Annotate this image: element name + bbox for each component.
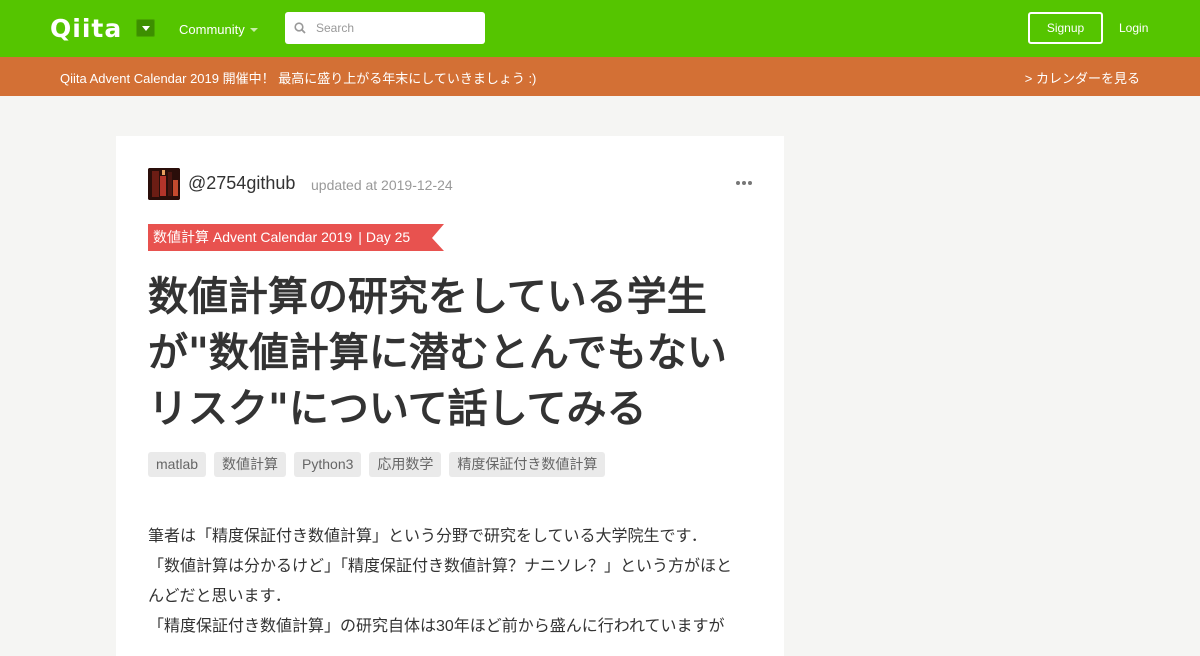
advent-banner: Qiita Advent Calendar 2019 開催中！ 最高に盛り上がる… — [0, 57, 1200, 96]
signup-button[interactable]: Signup — [1028, 12, 1103, 44]
tag-list: matlab 数値計算 Python3 応用数学 精度保証付き数値計算 — [148, 452, 606, 477]
banner-text: Qiita Advent Calendar 2019 開催中！ 最高に盛り上がる… — [60, 71, 537, 86]
search-box[interactable] — [285, 12, 485, 44]
search-input[interactable] — [316, 12, 476, 44]
login-link[interactable]: Login — [1119, 21, 1148, 35]
tag-item[interactable]: 数値計算 — [214, 452, 287, 477]
body-line: 「精度保証付き数値計算」の研究自体は30年ほど前から盛んに行われていますが — [148, 618, 725, 635]
chevron-down-icon[interactable] — [250, 28, 258, 32]
body-line: 筆者は「精度保証付き数値計算」という分野で研究をしている大学院生です． — [148, 528, 707, 545]
advent-day: Day 25 — [365, 229, 411, 245]
search-icon — [294, 22, 306, 34]
calendar-link[interactable]: > カレンダーを見る — [1025, 68, 1140, 87]
body-line: んどだと思います． — [148, 588, 291, 605]
tag-item[interactable]: 精度保証付き数値計算 — [449, 452, 606, 477]
updated-date: updated at 2019-12-24 — [311, 177, 453, 193]
author-username[interactable]: @2754github — [188, 173, 295, 194]
menu-dropdown-icon[interactable] — [136, 19, 155, 37]
advent-calendar-badge[interactable]: 数値計算 Advent Calendar 2019 | Day 25 — [148, 224, 445, 251]
tag-item[interactable]: Python3 — [294, 452, 362, 477]
article-title: 数値計算の研究をしている学生が"数値計算に潜むとんでもないリスク"について話して… — [148, 274, 727, 432]
tag-item[interactable]: matlab — [148, 452, 207, 477]
avatar-image — [148, 168, 180, 200]
article-card: @2754github updated at 2019-12-24 数値計算 A… — [116, 136, 784, 656]
body-line: 「数値計算は分かるけど」「精度保証付き数値計算？ナニソレ？」という方がほと — [148, 558, 733, 575]
article-body: 筆者は「精度保証付き数値計算」という分野で研究をしている大学院生です． 「数値計… — [148, 522, 758, 642]
badge-separator: | — [358, 229, 362, 245]
qiita-logo[interactable]: Qiita — [50, 14, 122, 43]
more-options-icon[interactable] — [736, 181, 752, 185]
tag-item[interactable]: 応用数学 — [369, 452, 442, 477]
avatar[interactable] — [148, 168, 180, 200]
community-menu[interactable]: Community — [179, 22, 245, 37]
advent-calendar-name: 数値計算 Advent Calendar 2019 — [153, 229, 353, 245]
top-navbar: Qiita Community Signup Login — [0, 0, 1200, 57]
